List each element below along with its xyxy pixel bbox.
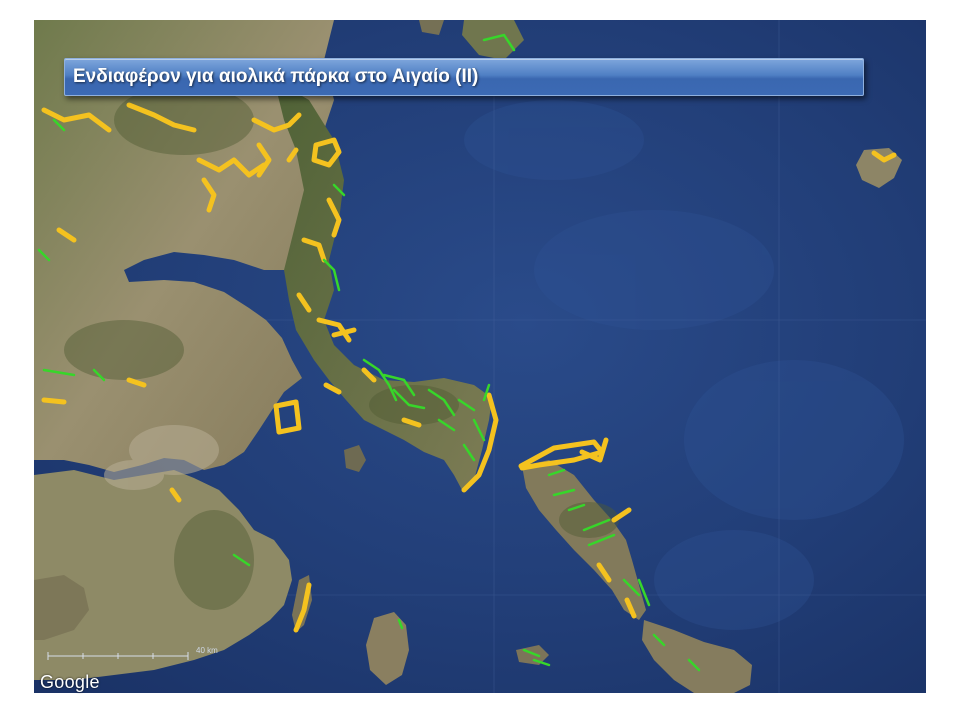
slide-title: Ενδιαφέρον για αιολικά πάρκα στο Αιγαίο …: [73, 66, 479, 87]
scale-bar: [47, 652, 189, 660]
satellite-map[interactable]: [34, 20, 926, 693]
slide-title-bar: Ενδιαφέρον για αιολικά πάρκα στο Αιγαίο …: [64, 58, 864, 96]
map-canvas[interactable]: [34, 20, 926, 693]
zone-yellow-19: [41, 397, 67, 405]
scale-label: 40 km: [196, 646, 218, 655]
google-attribution-logo: Google: [40, 672, 100, 692]
